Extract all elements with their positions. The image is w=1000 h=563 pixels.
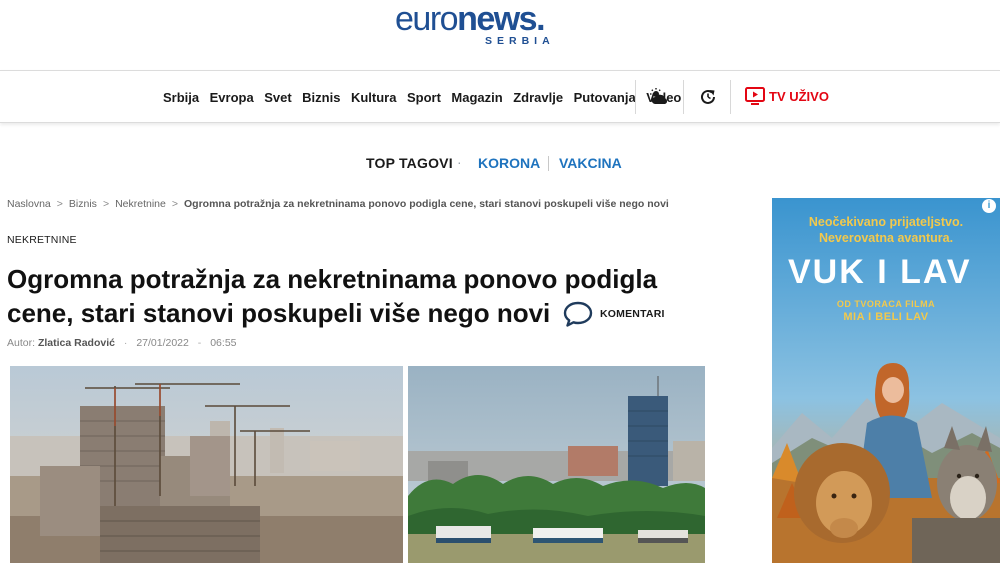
ad-tagline-1: Neočekivano prijateljstvo. — [808, 215, 964, 229]
comments-button[interactable]: KOMENTARI — [563, 301, 665, 327]
breadcrumb: Naslovna > Biznis > Nekretnine > Ogromna… — [7, 198, 669, 210]
tv-live-label: TV UŽIVO — [769, 88, 829, 104]
nav-item-svet[interactable]: Svet — [264, 90, 291, 105]
comment-bubble-icon — [563, 301, 593, 327]
nav-divider — [730, 80, 731, 114]
logo-part-news: news — [457, 0, 538, 38]
logo-wordmark: euronews. — [395, 2, 590, 36]
nav-item-magazin[interactable]: Magazin — [451, 90, 502, 105]
nav-item-kultura[interactable]: Kultura — [351, 90, 397, 105]
main-navigation: Srbija Evropa Svet Biznis Kultura Sport … — [0, 70, 1000, 123]
publish-date: 27/01/2022 — [136, 337, 189, 349]
time-separator: - — [197, 337, 202, 349]
author-prefix: Autor: — [7, 337, 36, 349]
article-meta: Autor: Zlatica Radović · 27/01/2022 - 06… — [7, 337, 237, 349]
author-name[interactable]: Zlatica Radović — [38, 337, 115, 349]
logo-part-euro: euro — [395, 0, 459, 38]
site-header: euronews. SERBIA — [0, 0, 1000, 70]
tag-vakcina[interactable]: VAKCINA — [559, 155, 622, 171]
article-image-construction[interactable] — [10, 366, 403, 563]
nav-list: Srbija Evropa Svet Biznis Kultura Sport … — [163, 71, 692, 123]
logo-dot: . — [536, 0, 545, 38]
article-image-riverside[interactable] — [408, 366, 705, 563]
top-tags-separator: · — [457, 154, 462, 170]
nav-item-sport[interactable]: Sport — [407, 90, 441, 105]
comments-label: KOMENTARI — [600, 308, 665, 320]
article-category[interactable]: NEKRETNINE — [7, 234, 77, 246]
advertisement-banner[interactable]: Neočekivano prijateljstvo. Neverovatna a… — [772, 198, 1000, 563]
nav-divider — [683, 80, 684, 114]
tag-korona[interactable]: KORONA — [478, 155, 540, 171]
tv-icon — [745, 87, 765, 105]
ad-subtitle-2: MIA I BELI LAV — [843, 311, 929, 323]
breadcrumb-separator: > — [56, 198, 63, 210]
nav-divider — [635, 80, 636, 114]
refresh-icon[interactable] — [696, 85, 720, 109]
ad-title: VUK I LAV — [788, 253, 972, 291]
ad-info-icon[interactable]: i — [982, 199, 996, 213]
nav-item-zdravlje[interactable]: Zdravlje — [513, 90, 563, 105]
breadcrumb-nekretnine[interactable]: Nekretnine — [115, 198, 166, 210]
nav-item-evropa[interactable]: Evropa — [210, 90, 254, 105]
breadcrumb-naslovna[interactable]: Naslovna — [7, 198, 51, 210]
ad-tagline-2: Neverovatna avantura. — [818, 231, 954, 245]
tag-divider — [548, 156, 549, 171]
top-tags-title: TOP TAGOVI — [366, 155, 453, 171]
nav-item-biznis[interactable]: Biznis — [302, 90, 340, 105]
publish-time: 06:55 — [210, 337, 237, 349]
nav-item-srbija[interactable]: Srbija — [163, 90, 199, 105]
breadcrumb-separator: > — [171, 198, 178, 210]
tv-live-button[interactable]: TV UŽIVO — [745, 87, 829, 105]
weather-cloud-sun-icon[interactable] — [647, 85, 671, 109]
breadcrumb-current: Ogromna potražnja za nekretninama ponovo… — [184, 198, 669, 210]
logo-edition: SERBIA — [485, 35, 555, 47]
breadcrumb-separator: > — [102, 198, 110, 210]
euronews-logo[interactable]: euronews. SERBIA — [395, 2, 590, 48]
ad-subtitle-1: OD TVORACA FILMA — [836, 299, 936, 309]
meta-separator: · — [123, 337, 128, 349]
nav-item-putovanja[interactable]: Putovanja — [574, 90, 636, 105]
breadcrumb-biznis[interactable]: Biznis — [69, 198, 97, 210]
